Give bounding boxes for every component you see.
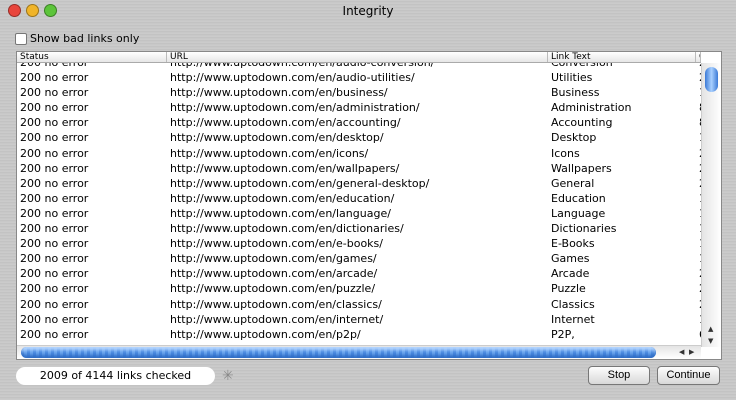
link-text-cell: Utilities — [551, 71, 593, 85]
close-button[interactable] — [8, 4, 21, 17]
url-cell: http://www.uptodown.com/en/puzzle/ — [170, 282, 376, 296]
url-cell: http://www.uptodown.com/en/games/ — [170, 252, 377, 266]
status-cell: 200 no error — [20, 146, 89, 160]
scroll-right-arrow-icon[interactable]: ▶ — [689, 348, 694, 356]
stop-button[interactable]: Stop — [588, 366, 650, 385]
status-cell: 200 no error — [20, 131, 89, 145]
url-cell: http://www.uptodown.com/en/arcade/ — [170, 267, 378, 281]
status-cell: 200 no error — [20, 282, 89, 296]
table-body: 200 no error http://www.uptodown.com/en/a… — [17, 55, 701, 342]
url-cell: http://www.uptodown.com/en/e-books/ — [170, 237, 383, 251]
link-text-cell: Classics — [551, 297, 595, 311]
url-cell: http://www.uptodown.com/en/business/ — [170, 86, 388, 100]
url-cell: http://www.uptodown.com/en/general-deskt… — [170, 176, 430, 190]
table-row[interactable]: 200 no error http://www.uptodown.com/en/a… — [17, 115, 701, 130]
zoom-button[interactable] — [44, 4, 57, 17]
link-text-cell: Wallpapers — [551, 161, 612, 175]
table-row[interactable]: 200 no error http://www.uptodown.com/en/a… — [17, 100, 701, 115]
url-cell: http://www.uptodown.com/en/p2p/ — [170, 327, 361, 341]
status-cell: 200 no error — [20, 101, 89, 115]
status-cell: 200 no error — [20, 267, 89, 281]
status-cell: 200 no error — [20, 327, 89, 341]
link-text-cell: General — [551, 176, 595, 190]
window-title: Integrity — [342, 4, 394, 18]
status-cell: 200 no error — [20, 312, 89, 326]
horizontal-scroll-thumb[interactable] — [21, 347, 656, 358]
link-text-cell: Arcade — [551, 267, 590, 281]
link-text-cell: Internet — [551, 312, 595, 326]
url-cell: http://www.uptodown.com/en/administratio… — [170, 101, 420, 115]
table-row[interactable]: 200 no error http://www.uptodown.com/en/a… — [17, 266, 701, 281]
scroll-left-arrow-icon[interactable]: ◀ — [679, 348, 684, 356]
checkbox-label: Show bad links only — [30, 32, 140, 45]
status-cell: 200 no error — [20, 176, 89, 190]
table-row[interactable]: 200 no error http://www.uptodown.com/en/d… — [17, 130, 701, 145]
table-row[interactable]: 200 no error http://www.uptodown.com/en/d… — [17, 221, 701, 236]
horizontal-scrollbar[interactable]: ◀ ▶ — [17, 345, 701, 359]
vertical-scrollbar[interactable]: ▲ ▼ — [701, 63, 721, 347]
column-header-link-text[interactable]: Link Text — [548, 52, 696, 62]
table-row[interactable]: 200 no error http://www.uptodown.com/en/p… — [17, 281, 701, 296]
url-cell: http://www.uptodown.com/en/desktop/ — [170, 131, 384, 145]
column-header-status[interactable]: Status — [17, 52, 167, 62]
link-text-cell: P2P, — [551, 327, 575, 341]
status-cell: 200 no error — [20, 71, 89, 85]
table-row[interactable]: 200 no error http://www.uptodown.com/en/g… — [17, 176, 701, 191]
url-cell: http://www.uptodown.com/en/dictionaries/ — [170, 222, 404, 236]
status-cell: 200 no error — [20, 222, 89, 236]
link-text-cell: Business — [551, 86, 600, 100]
link-text-cell: Dictionaries — [551, 222, 617, 236]
url-cell: http://www.uptodown.com/en/audio-utiliti… — [170, 71, 415, 85]
link-text-cell: Education — [551, 191, 606, 205]
link-text-cell: Accounting — [551, 116, 613, 130]
column-header-url[interactable]: URL — [167, 52, 548, 62]
link-text-cell: Puzzle — [551, 282, 586, 296]
table-row[interactable]: 200 no error http://www.uptodown.com/en/a… — [17, 70, 701, 85]
url-cell: http://www.uptodown.com/en/icons/ — [170, 146, 369, 160]
link-text-cell: Icons — [551, 146, 580, 160]
checkbox-box[interactable] — [15, 32, 27, 45]
status-cell: 200 no error — [20, 86, 89, 100]
minimize-button[interactable] — [26, 4, 39, 17]
column-header-origin[interactable]: Or — [696, 52, 701, 62]
url-cell: http://www.uptodown.com/en/accounting/ — [170, 116, 401, 130]
status-cell: 200 no error — [20, 297, 89, 311]
table-row[interactable]: 200 no error http://www.uptodown.com/en/c… — [17, 297, 701, 312]
table-row[interactable]: 200 no error http://www.uptodown.com/en/l… — [17, 206, 701, 221]
url-cell: http://www.uptodown.com/en/internet/ — [170, 312, 384, 326]
url-cell: http://www.uptodown.com/en/classics/ — [170, 297, 382, 311]
title-bar: Integrity — [0, 0, 736, 22]
link-text-cell: Language — [551, 206, 606, 220]
table-row[interactable]: 200 no error http://www.uptodown.com/en/e… — [17, 236, 701, 251]
table-row[interactable]: 200 no error http://www.uptodown.com/en/i… — [17, 312, 701, 327]
table-row[interactable]: 200 no error http://www.uptodown.com/en/g… — [17, 251, 701, 266]
url-cell: http://www.uptodown.com/en/language/ — [170, 206, 391, 220]
links-table: Status URL Link Text Or 200 no error http… — [16, 51, 722, 360]
progress-status: 2009 of 4144 links checked — [16, 367, 215, 385]
table-row[interactable]: 200 no error http://www.uptodown.com/en/b… — [17, 85, 701, 100]
status-cell: 200 no error — [20, 237, 89, 251]
table-row[interactable]: 200 no error http://www.uptodown.com/en/p… — [17, 327, 701, 342]
link-text-cell: E-Books — [551, 237, 595, 251]
table-row[interactable]: 200 no error http://www.uptodown.com/en/i… — [17, 146, 701, 161]
url-cell: http://www.uptodown.com/en/wallpapers/ — [170, 161, 400, 175]
link-text-cell: Administration — [551, 101, 632, 115]
table-row[interactable]: 200 no error http://www.uptodown.com/en/e… — [17, 191, 701, 206]
status-cell: 200 no error — [20, 116, 89, 130]
table-row[interactable]: 200 no error http://www.uptodown.com/en/w… — [17, 161, 701, 176]
status-cell: 200 no error — [20, 206, 89, 220]
table-header: Status URL Link Text Or — [17, 52, 701, 63]
show-bad-links-checkbox[interactable]: Show bad links only — [15, 32, 139, 45]
link-text-cell: Desktop — [551, 131, 597, 145]
status-cell: 200 no error — [20, 191, 89, 205]
url-cell: http://www.uptodown.com/en/education/ — [170, 191, 395, 205]
status-cell: 200 no error — [20, 161, 89, 175]
link-text-cell: Games — [551, 252, 590, 266]
continue-button[interactable]: Continue — [657, 366, 720, 385]
status-cell: 200 no error — [20, 252, 89, 266]
vertical-scroll-thumb[interactable] — [705, 67, 718, 92]
spinner-icon: ✳ — [222, 368, 234, 384]
scroll-up-arrow-icon[interactable]: ▲ — [708, 325, 713, 333]
scroll-down-arrow-icon[interactable]: ▼ — [708, 337, 713, 345]
